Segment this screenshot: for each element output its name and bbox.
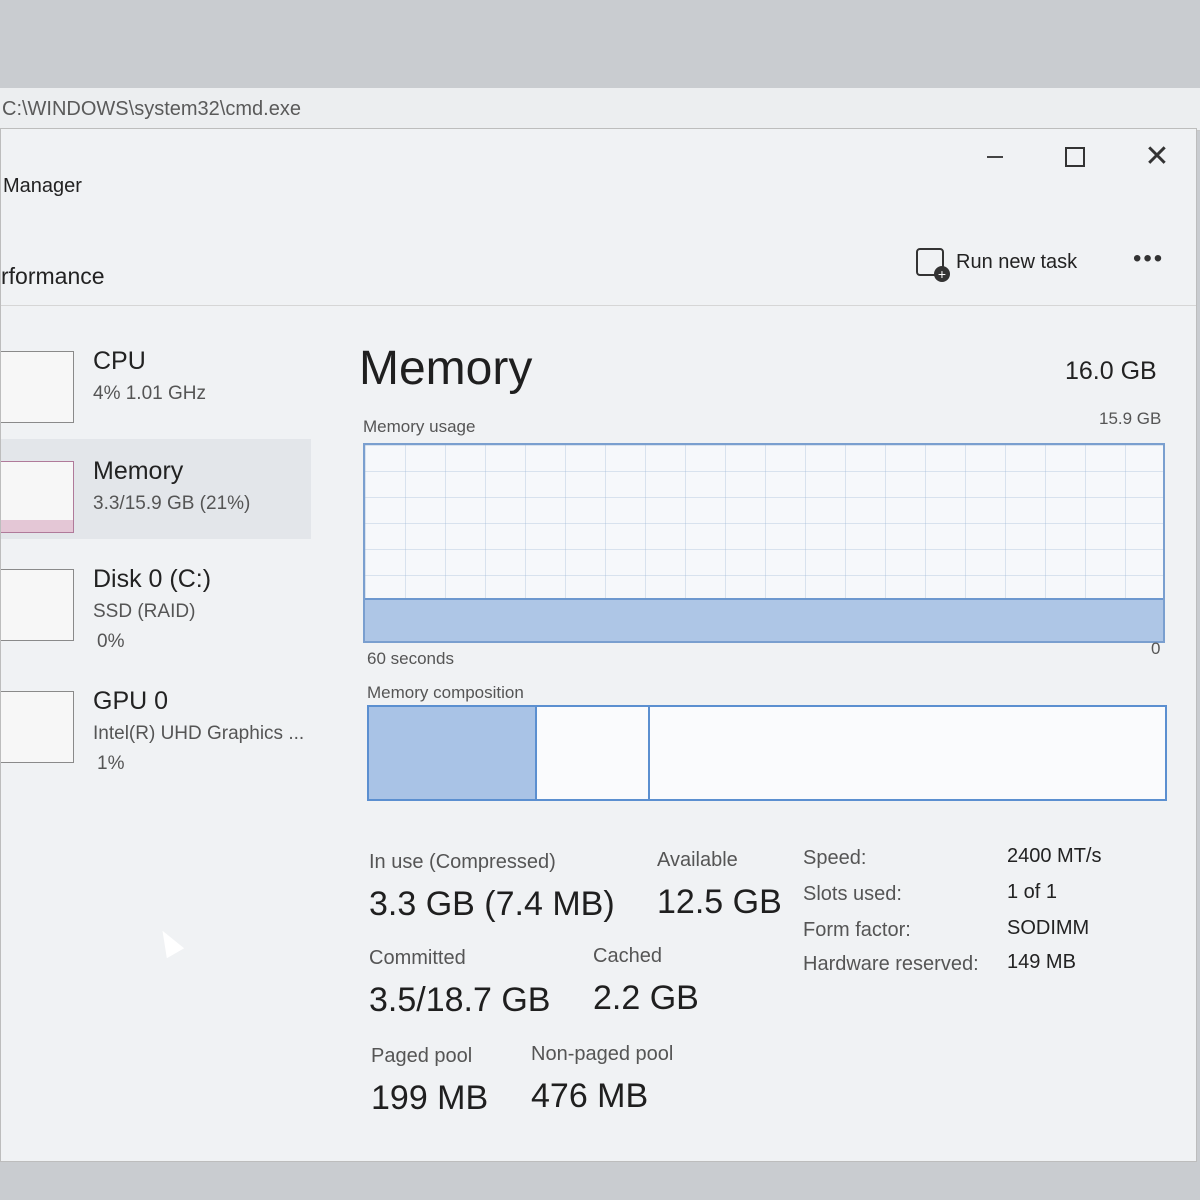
run-new-task-button[interactable]: Run new task <box>916 245 1078 282</box>
paged-pool-label: Paged pool <box>371 1045 473 1067</box>
form-factor-label: Form factor: <box>803 919 911 941</box>
memory-composition-bar <box>367 705 1167 801</box>
available-label: Available <box>657 849 738 871</box>
memory-usage-fill <box>365 597 1163 641</box>
sidebar-item-usage: 0% <box>97 631 125 652</box>
hardware-reserved-label: Hardware reserved: <box>803 953 979 975</box>
memory-composition-label: Memory composition <box>367 683 524 702</box>
available-value: 12.5 GB <box>657 883 782 921</box>
minimize-button[interactable] <box>965 137 1025 177</box>
task-manager-window: Manager ✕ rformance Run new task ••• CPU… <box>0 128 1197 1162</box>
committed-value: 3.5/18.7 GB <box>369 981 551 1019</box>
speed-value: 2400 MT/s <box>1007 845 1102 867</box>
sidebar-item-detail: 4% 1.01 GHz <box>93 383 206 404</box>
speed-label: Speed: <box>803 847 867 869</box>
memory-usage-min: 0 <box>1151 639 1161 658</box>
run-task-icon <box>916 248 950 282</box>
time-range-label: 60 seconds <box>367 649 454 668</box>
page-title: rformance <box>1 263 105 289</box>
sidebar-item-usage: 1% <box>97 753 125 774</box>
memory-thumbnail-graph <box>1 461 74 533</box>
title-bar[interactable]: Manager ✕ <box>1 129 1196 198</box>
maximize-button[interactable] <box>1045 137 1105 177</box>
memory-usage-max: 15.9 GB <box>1099 409 1162 428</box>
composition-standby <box>650 707 1165 799</box>
mouse-pointer-icon <box>153 925 185 959</box>
paged-pool-value: 199 MB <box>371 1079 489 1117</box>
app-title: Manager <box>3 175 82 197</box>
sidebar-item-name: Memory <box>93 457 184 485</box>
in-use-value: 3.3 GB (7.4 MB) <box>369 885 615 923</box>
close-icon: ✕ <box>1144 140 1170 173</box>
cached-value: 2.2 GB <box>593 979 699 1017</box>
close-button[interactable]: ✕ <box>1127 137 1187 177</box>
memory-usage-label: Memory usage <box>363 417 476 436</box>
cmd-window-titlebar[interactable]: C:\WINDOWS\system32\cmd.exe <box>0 88 1200 131</box>
sidebar-item-disk[interactable]: Disk 0 (C:) SSD (RAID) 0% <box>1 547 311 652</box>
memory-usage-graph <box>363 443 1165 643</box>
slots-used-value: 1 of 1 <box>1007 881 1058 903</box>
committed-label: Committed <box>369 947 466 969</box>
memory-total: 16.0 GB <box>1065 357 1157 385</box>
maximize-icon <box>1065 147 1085 167</box>
sidebar-item-name: Disk 0 (C:) <box>93 565 212 593</box>
cpu-thumbnail-graph <box>1 351 74 423</box>
nonpaged-pool-label: Non-paged pool <box>531 1043 674 1065</box>
cached-label: Cached <box>593 945 662 967</box>
sidebar-item-name: GPU 0 <box>93 687 169 715</box>
sidebar-item-cpu[interactable]: CPU 4% 1.01 GHz <box>1 329 311 429</box>
run-new-task-label: Run new task <box>956 250 1078 273</box>
sidebar-item-name: CPU <box>93 347 146 375</box>
minimize-icon <box>987 156 1003 158</box>
form-factor-value: SODIMM <box>1007 917 1090 939</box>
more-options-button[interactable]: ••• <box>1133 245 1164 273</box>
composition-in-use <box>369 707 538 799</box>
composition-modified <box>537 707 651 799</box>
sidebar-item-memory[interactable]: Memory 3.3/15.9 GB (21%) <box>1 439 311 539</box>
disk-thumbnail-graph <box>1 569 74 641</box>
gpu-thumbnail-graph <box>1 691 74 763</box>
nonpaged-pool-value: 476 MB <box>531 1077 649 1115</box>
cmd-window-title: C:\WINDOWS\system32\cmd.exe <box>2 98 301 120</box>
sidebar-item-gpu[interactable]: GPU 0 Intel(R) UHD Graphics ... 1% <box>1 669 311 774</box>
sidebar-item-detail: Intel(R) UHD Graphics ... <box>93 723 305 744</box>
header-divider <box>1 305 1196 306</box>
hardware-reserved-value: 149 MB <box>1007 951 1076 973</box>
memory-heading: Memory <box>359 342 533 395</box>
in-use-label: In use (Compressed) <box>369 851 556 873</box>
sidebar-item-detail: 3.3/15.9 GB (21%) <box>93 493 251 514</box>
slots-used-label: Slots used: <box>803 883 902 905</box>
sidebar-item-detail: SSD (RAID) <box>93 601 196 622</box>
